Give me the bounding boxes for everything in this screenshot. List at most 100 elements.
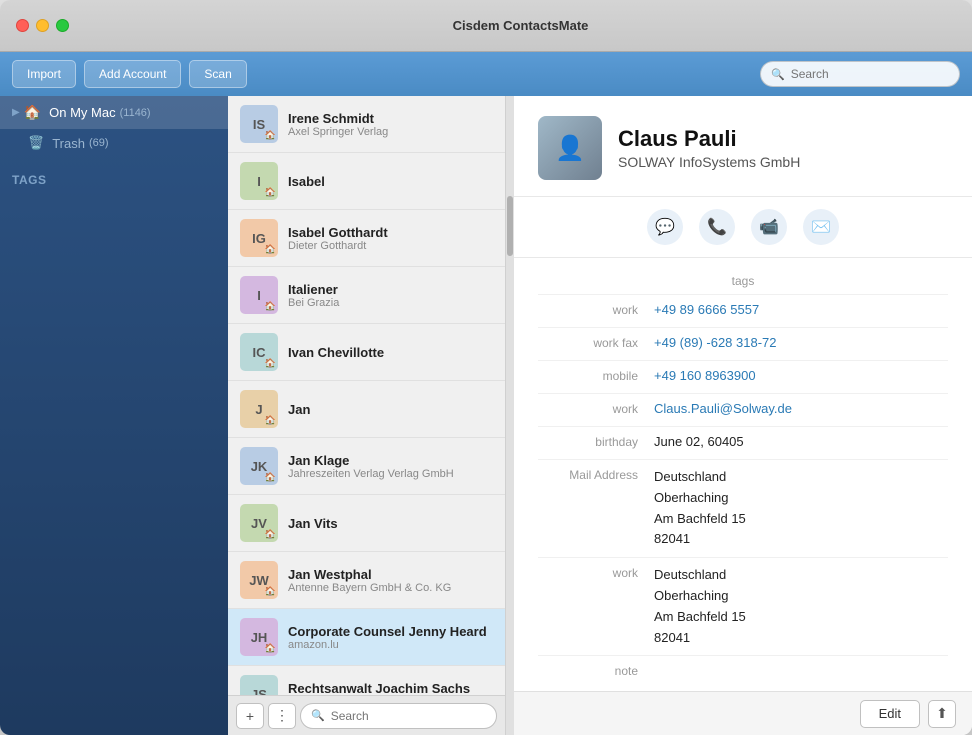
titlebar: Cisdem ContactsMate: [0, 0, 972, 52]
contact-list-footer: + ⋮ 🔍: [228, 695, 505, 735]
contact-name: Italiener: [288, 282, 493, 297]
tags-label: Tags: [12, 173, 46, 187]
divider: [538, 393, 948, 394]
phone-icon: 📞: [707, 217, 727, 237]
home-icon: 🏠: [265, 643, 276, 654]
sidebar-item-on-my-mac[interactable]: ▶ 🏠 On My Mac (1146): [0, 96, 228, 129]
field-label: mobile: [538, 368, 638, 383]
import-button[interactable]: Import: [12, 60, 76, 88]
contact-name: Corporate Counsel Jenny Heard: [288, 624, 493, 639]
field-value[interactable]: +49 89 6666 5557: [654, 302, 948, 317]
contact-subtitle: Dieter Gotthardt: [288, 240, 493, 252]
detail-row: Mail Address DeutschlandOberhachingAm Ba…: [514, 462, 972, 555]
field-value: June 02, 60405: [654, 434, 948, 449]
toolbar: Import Add Account Scan 🔍: [0, 52, 972, 96]
sidebar-tags-section: Tags: [0, 157, 228, 195]
video-action-button[interactable]: 📹: [751, 209, 787, 245]
divider: [538, 655, 948, 656]
contact-name: Jan Westphal: [288, 567, 493, 582]
home-icon: 🏠: [265, 415, 276, 426]
detail-row: work Claus.Pauli@Solway.de: [514, 396, 972, 424]
email-action-button[interactable]: ✉️: [803, 209, 839, 245]
fullscreen-button[interactable]: [56, 19, 69, 32]
traffic-lights: [16, 19, 69, 32]
toolbar-search-input[interactable]: [791, 67, 949, 81]
share-button[interactable]: ⬆: [928, 700, 956, 728]
detail-actions: 💬 📞 📹 ✉️: [514, 197, 972, 258]
contact-name: Jan Klage: [288, 453, 493, 468]
field-value[interactable]: Claus.Pauli@Solway.de: [654, 401, 948, 416]
field-label: work: [538, 302, 638, 317]
message-icon: 💬: [655, 217, 675, 237]
list-item[interactable]: I 🏠 Italiener Bei Grazia: [228, 267, 505, 324]
add-account-button[interactable]: Add Account: [84, 60, 181, 88]
close-button[interactable]: [16, 19, 29, 32]
detail-footer: Edit ⬆: [514, 691, 972, 735]
window-title: Cisdem ContactsMate: [85, 18, 956, 33]
toolbar-search-box: 🔍: [760, 61, 960, 87]
contact-search-input[interactable]: [331, 709, 486, 723]
contact-list-scroll[interactable]: IS 🏠 Irene Schmidt Axel Springer Verlag …: [228, 96, 505, 695]
sidebar-trash-label: Trash: [52, 136, 85, 151]
contact-avatar: JW 🏠: [240, 561, 278, 599]
main-content: ▶ 🏠 On My Mac (1146) 🗑️ Trash (69) Tags …: [0, 96, 972, 735]
house-icon: 🏠: [24, 104, 41, 121]
expand-arrow-icon: ▶: [12, 107, 20, 118]
detail-row: mobile +49 160 8963900: [514, 363, 972, 391]
minimize-button[interactable]: [36, 19, 49, 32]
field-label: note: [538, 663, 638, 678]
scroll-indicator: [506, 96, 514, 735]
field-label: birthday: [538, 434, 638, 449]
divider: [538, 557, 948, 558]
contact-search-box: 🔍: [300, 703, 497, 729]
menu-button[interactable]: ⋮: [268, 703, 296, 729]
phone-action-button[interactable]: 📞: [699, 209, 735, 245]
contact-info: Jan Westphal Antenne Bayern GmbH & Co. K…: [288, 567, 493, 594]
scan-button[interactable]: Scan: [189, 60, 246, 88]
contact-subtitle: amazon.lu: [288, 639, 493, 651]
add-contact-button[interactable]: +: [236, 703, 264, 729]
list-item[interactable]: JW 🏠 Jan Westphal Antenne Bayern GmbH & …: [228, 552, 505, 609]
app-window: Cisdem ContactsMate Import Add Account S…: [0, 0, 972, 735]
message-action-button[interactable]: 💬: [647, 209, 683, 245]
list-item[interactable]: IC 🏠 Ivan Chevillotte: [228, 324, 505, 381]
list-item[interactable]: JS 🏠 Rechtsanwalt Joachim Sachs Kanzlei …: [228, 666, 505, 695]
detail-panel: 👤 Claus Pauli SOLWAY InfoSystems GmbH 💬 …: [514, 96, 972, 735]
field-value: DeutschlandOberhachingAm Bachfeld 158204…: [654, 467, 948, 550]
tags-section-label: tags: [514, 266, 972, 292]
list-item[interactable]: JH 🏠 Corporate Counsel Jenny Heard amazo…: [228, 609, 505, 666]
divider: [538, 459, 948, 460]
contact-info: Corporate Counsel Jenny Heard amazon.lu: [288, 624, 493, 651]
detail-row: work DeutschlandOberhachingAm Bachfeld 1…: [514, 560, 972, 653]
list-item[interactable]: IS 🏠 Irene Schmidt Axel Springer Verlag: [228, 96, 505, 153]
divider: [538, 360, 948, 361]
contact-list: IS 🏠 Irene Schmidt Axel Springer Verlag …: [228, 96, 506, 735]
list-item[interactable]: J 🏠 Jan: [228, 381, 505, 438]
list-item[interactable]: JV 🏠 Jan Vits: [228, 495, 505, 552]
list-item[interactable]: I 🏠 Isabel: [228, 153, 505, 210]
home-icon: 🏠: [265, 529, 276, 540]
edit-button[interactable]: Edit: [860, 700, 920, 728]
trash-icon: 🗑️: [28, 135, 44, 151]
share-icon: ⬆: [936, 705, 948, 722]
contact-name: Irene Schmidt: [288, 111, 493, 126]
contact-info: Irene Schmidt Axel Springer Verlag: [288, 111, 493, 138]
contact-avatar: I 🏠: [240, 162, 278, 200]
contact-subtitle: Antenne Bayern GmbH & Co. KG: [288, 582, 493, 594]
contact-info: Rechtsanwalt Joachim Sachs Kanzlei Sachs: [288, 681, 493, 696]
field-value[interactable]: +49 (89) -628 318-72: [654, 335, 948, 350]
field-value[interactable]: +49 160 8963900: [654, 368, 948, 383]
home-icon: 🏠: [265, 586, 276, 597]
scroll-thumb[interactable]: [507, 196, 513, 256]
list-item[interactable]: IG 🏠 Isabel Gotthardt Dieter Gotthardt: [228, 210, 505, 267]
sidebar-item-trash[interactable]: 🗑️ Trash (69): [0, 129, 228, 157]
email-icon: ✉️: [811, 217, 831, 237]
list-item[interactable]: JK 🏠 Jan Klage Jahreszeiten Verlag Verla…: [228, 438, 505, 495]
contact-info: Jan Klage Jahreszeiten Verlag Verlag Gmb…: [288, 453, 493, 480]
contact-avatar: JS 🏠: [240, 675, 278, 695]
divider: [538, 294, 948, 295]
field-value: DeutschlandOberhachingAm Bachfeld 158204…: [654, 565, 948, 648]
contact-avatar: 👤: [538, 116, 602, 180]
home-icon: 🏠: [265, 358, 276, 369]
contact-name: Jan Vits: [288, 516, 493, 531]
